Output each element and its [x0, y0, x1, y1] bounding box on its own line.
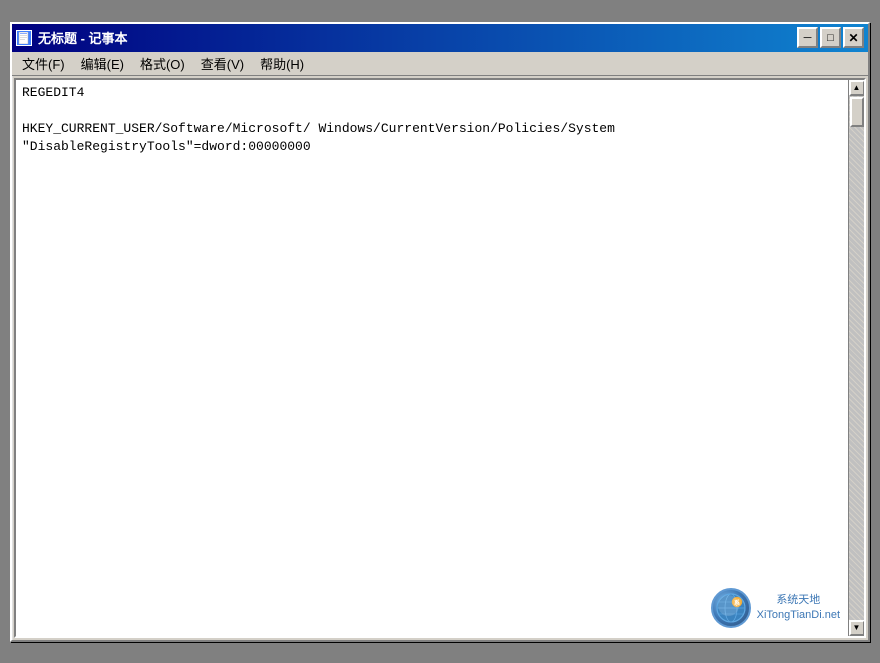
menu-view[interactable]: 查看(V): [193, 52, 252, 75]
title-bar-left: 无标题 - 记事本: [16, 28, 128, 47]
watermark-text: 系统天地 XiTongTianDi.net: [757, 593, 840, 622]
content-area: ▲ ▼ 系 系统天地 Xi: [14, 78, 866, 638]
close-button[interactable]: ✕: [843, 27, 864, 48]
title-bar-buttons: ─ □ ✕: [797, 27, 864, 48]
scroll-thumb[interactable]: [850, 97, 864, 127]
scroll-down-button[interactable]: ▼: [849, 620, 865, 636]
menu-edit[interactable]: 编辑(E): [73, 52, 132, 75]
watermark-line1: 系统天地: [757, 593, 840, 607]
notepad-window: 无标题 - 记事本 ─ □ ✕ 文件(F) 编辑(E) 格式(O) 查看(V) …: [10, 22, 870, 642]
text-editor[interactable]: [16, 80, 848, 636]
menu-help[interactable]: 帮助(H): [252, 52, 312, 75]
scroll-track[interactable]: [849, 96, 864, 620]
svg-text:系: 系: [734, 599, 740, 607]
minimize-button[interactable]: ─: [797, 27, 818, 48]
watermark-line2: XiTongTianDi.net: [757, 608, 840, 622]
watermark-globe-icon: 系: [711, 588, 751, 628]
watermark: 系 系统天地 XiTongTianDi.net: [711, 588, 840, 628]
menu-format[interactable]: 格式(O): [132, 52, 193, 75]
menu-file[interactable]: 文件(F): [14, 52, 73, 75]
notepad-icon: [16, 30, 32, 46]
menu-bar: 文件(F) 编辑(E) 格式(O) 查看(V) 帮助(H): [12, 52, 868, 76]
maximize-button[interactable]: □: [820, 27, 841, 48]
window-title: 无标题 - 记事本: [38, 28, 128, 47]
scroll-up-button[interactable]: ▲: [849, 80, 865, 96]
vertical-scrollbar[interactable]: ▲ ▼: [848, 80, 864, 636]
close-icon: ✕: [848, 31, 858, 45]
title-bar: 无标题 - 记事本 ─ □ ✕: [12, 24, 868, 52]
